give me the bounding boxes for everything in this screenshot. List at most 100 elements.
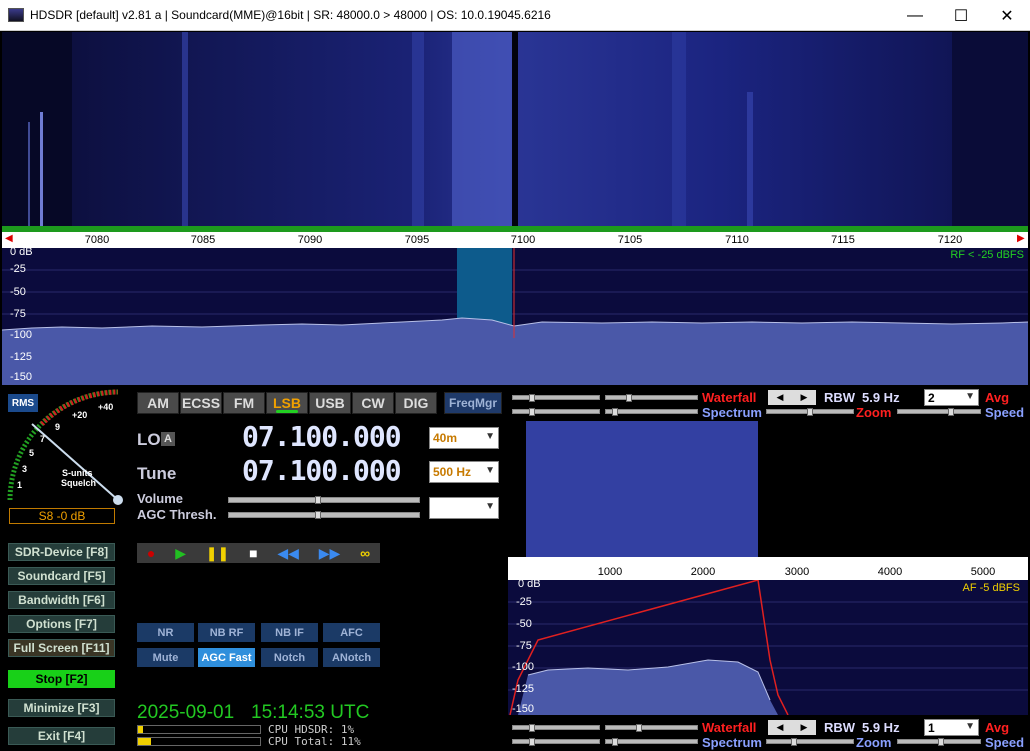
- slider-knob[interactable]: [612, 738, 618, 746]
- wf-scroll-buttons[interactable]: ◀ ▶: [768, 390, 816, 405]
- slider-knob[interactable]: [529, 738, 535, 746]
- options-button[interactable]: Options [F7]: [8, 615, 115, 633]
- cpu-hdsdr-bar: [137, 725, 261, 734]
- mode-ecss-button[interactable]: ECSS: [180, 392, 222, 414]
- agc-select[interactable]: ▼: [429, 497, 499, 519]
- minimize-app-button[interactable]: Minimize [F3]: [8, 699, 115, 717]
- bandwidth-select[interactable]: 500 Hz ▼: [429, 461, 499, 483]
- arrow-right-icon[interactable]: ▶: [801, 392, 808, 403]
- slider-knob[interactable]: [938, 738, 944, 746]
- mode-dig-button[interactable]: DIG: [395, 392, 437, 414]
- active-mode-indicator: [276, 410, 298, 413]
- mode-usb-button[interactable]: USB: [309, 392, 351, 414]
- bandwidth-button[interactable]: Bandwidth [F6]: [8, 591, 115, 609]
- arrow-left-icon[interactable]: ◀: [777, 722, 784, 733]
- slider-knob[interactable]: [636, 724, 642, 732]
- speed-slider[interactable]: [897, 408, 981, 416]
- slider-knob[interactable]: [529, 394, 535, 402]
- anotch-button[interactable]: ANotch: [323, 648, 380, 667]
- wf-scroll-buttons[interactable]: ◀ ▶: [768, 720, 816, 735]
- mode-fm-button[interactable]: FM: [223, 392, 265, 414]
- slider-knob[interactable]: [612, 408, 618, 416]
- scroll-left-icon[interactable]: ◀: [5, 233, 13, 244]
- agc-fast-button[interactable]: AGC Fast: [198, 648, 255, 667]
- maximize-button[interactable]: ☐: [938, 0, 984, 31]
- chevron-down-icon: ▼: [485, 465, 495, 476]
- play-icon[interactable]: ▶: [175, 545, 186, 562]
- nb-if-button[interactable]: NB IF: [261, 623, 318, 642]
- main-spectrum[interactable]: 0 dB -25 -50 -75 -100 -125 -150 RF < -25…: [2, 248, 1028, 385]
- avg-select[interactable]: 2 ▼: [924, 389, 979, 406]
- meter-label: +20: [72, 410, 88, 420]
- spectrum-slider[interactable]: [512, 738, 600, 746]
- db-label: 0 dB: [518, 580, 541, 590]
- af-waterfall[interactable]: [508, 421, 1028, 557]
- wf-slider[interactable]: [605, 724, 698, 732]
- mute-button[interactable]: Mute: [137, 648, 194, 667]
- db-label: -125: [10, 351, 33, 363]
- af-spectrum[interactable]: 0 dB -25 -50 -75 -100 -125 -150 AF -5 dB…: [508, 580, 1028, 715]
- speed-label: Speed: [985, 735, 1025, 750]
- spectrum-slider[interactable]: [605, 408, 698, 416]
- slider-knob[interactable]: [529, 724, 535, 732]
- spectrum-slider[interactable]: [605, 738, 698, 746]
- volume-slider[interactable]: [228, 496, 420, 504]
- slider-knob[interactable]: [529, 408, 535, 416]
- stop-icon[interactable]: ■: [249, 545, 257, 561]
- afc-button[interactable]: AFC: [323, 623, 380, 642]
- arrow-left-icon[interactable]: ◀: [777, 392, 784, 403]
- record-icon[interactable]: ●: [147, 545, 155, 561]
- tune-frequency-display[interactable]: 07.100.000: [242, 454, 402, 487]
- slider-knob[interactable]: [626, 394, 632, 402]
- slider-knob[interactable]: [791, 738, 797, 746]
- slider-knob[interactable]: [807, 408, 813, 416]
- avg-label: Avg: [985, 390, 1010, 405]
- speed-slider[interactable]: [897, 738, 981, 746]
- minimize-button[interactable]: —: [892, 0, 938, 31]
- avg-select[interactable]: 1 ▼: [924, 719, 979, 736]
- meter-label: +40: [98, 402, 114, 412]
- wf-slider[interactable]: [512, 724, 600, 732]
- main-waterfall[interactable]: [2, 32, 1028, 226]
- nr-button[interactable]: NR: [137, 623, 194, 642]
- agc-threshold-slider[interactable]: [228, 511, 420, 519]
- zoom-slider[interactable]: [766, 738, 854, 746]
- mode-cw-button[interactable]: CW: [352, 392, 394, 414]
- cpu-total-text: CPU Total: 11%: [268, 735, 361, 748]
- soundcard-button[interactable]: Soundcard [F5]: [8, 567, 115, 585]
- notch-button[interactable]: Notch: [261, 648, 318, 667]
- full-screen-button[interactable]: Full Screen [F11]: [8, 639, 115, 657]
- freqmgr-button[interactable]: FreqMgr: [444, 392, 502, 414]
- close-button[interactable]: ✕: [984, 0, 1030, 31]
- zoom-slider[interactable]: [766, 408, 854, 416]
- rbw-value: 5.9 Hz: [862, 720, 900, 735]
- loop-icon[interactable]: ∞: [360, 545, 370, 561]
- af-frequency-scale[interactable]: 1000 2000 3000 4000 5000: [508, 557, 1028, 580]
- main-frequency-scale[interactable]: ◀ ▶ 7080 7085 7090 7095 7100 7105 7110 7…: [2, 232, 1028, 248]
- stop-button[interactable]: Stop [F2]: [8, 670, 115, 688]
- lo-frequency-display[interactable]: 07.100.000: [242, 420, 402, 453]
- slider-knob[interactable]: [315, 511, 321, 519]
- exit-button[interactable]: Exit [F4]: [8, 727, 115, 745]
- meter-caption: S-units: [62, 468, 93, 478]
- wf-slider[interactable]: [512, 394, 600, 402]
- pause-icon[interactable]: ❚❚: [206, 545, 229, 562]
- spectrum-slider[interactable]: [512, 408, 600, 416]
- rewind-icon[interactable]: ◀◀: [277, 545, 299, 562]
- sdr-device-button[interactable]: SDR-Device [F8]: [8, 543, 115, 561]
- scroll-right-icon[interactable]: ▶: [1017, 233, 1025, 244]
- wf-slider[interactable]: [605, 394, 698, 402]
- vfo-a-button[interactable]: A: [161, 432, 175, 446]
- cpu-total-bar: [137, 737, 261, 746]
- db-label: -50: [516, 618, 532, 630]
- fast-forward-icon[interactable]: ▶▶: [319, 545, 341, 562]
- slider-knob[interactable]: [948, 408, 954, 416]
- slider-knob[interactable]: [315, 496, 321, 504]
- nb-rf-button[interactable]: NB RF: [198, 623, 255, 642]
- af-level: AF -5 dBFS: [962, 582, 1020, 594]
- mode-am-button[interactable]: AM: [137, 392, 179, 414]
- arrow-right-icon[interactable]: ▶: [801, 722, 808, 733]
- band-select[interactable]: 40m ▼: [429, 427, 499, 449]
- avg-label: Avg: [985, 720, 1010, 735]
- meter-label: 9: [55, 422, 61, 432]
